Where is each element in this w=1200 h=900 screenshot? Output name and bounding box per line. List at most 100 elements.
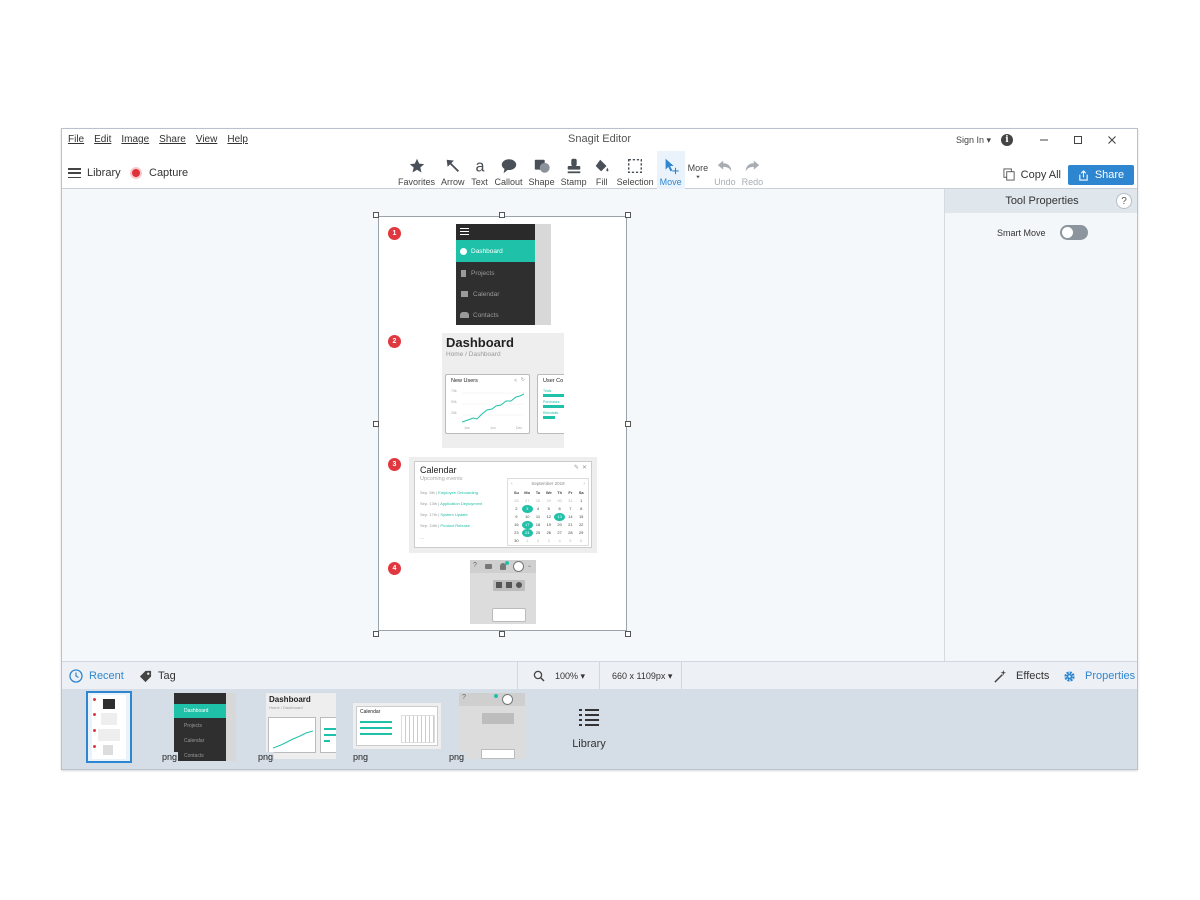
title-bar: File Edit Image Share View Help Snagit E… bbox=[62, 129, 1137, 151]
library-button[interactable]: Library bbox=[68, 167, 121, 179]
sign-in-button[interactable]: Sign In ▾ bbox=[956, 135, 991, 146]
calendar-subtitle: Upcoming events bbox=[420, 476, 463, 482]
effects-button[interactable]: Effects bbox=[993, 662, 1049, 690]
share-button[interactable]: Share bbox=[1068, 165, 1134, 185]
chart-y-tick-75k: 75k bbox=[451, 389, 457, 393]
tool-selection[interactable]: Selection bbox=[614, 151, 657, 189]
copy-all-label: Copy All bbox=[1020, 168, 1061, 181]
recent-button[interactable]: Recent bbox=[69, 662, 124, 690]
resize-handle-s[interactable] bbox=[499, 631, 505, 637]
tool-undo[interactable]: Undo bbox=[711, 151, 739, 189]
tray-library-button[interactable]: Library bbox=[571, 707, 607, 750]
dashboard-capture: Dashboard Home / Dashboard New Users < ↻… bbox=[442, 333, 564, 448]
tool-text[interactable]: a Text bbox=[468, 151, 492, 189]
resize-handle-ne[interactable] bbox=[625, 212, 631, 218]
menu-help[interactable]: Help bbox=[227, 134, 248, 145]
resize-handle-nw[interactable] bbox=[373, 212, 379, 218]
tool-stamp[interactable]: Stamp bbox=[558, 151, 590, 189]
calendar-day: 14 bbox=[568, 514, 573, 519]
status-separator bbox=[681, 662, 682, 690]
capture-card bbox=[492, 608, 526, 622]
thumb-dropdown bbox=[482, 713, 514, 724]
thumb-event-line bbox=[360, 727, 392, 729]
resize-handle-w[interactable] bbox=[373, 421, 379, 427]
capture-label: Capture bbox=[149, 167, 189, 179]
menu-image[interactable]: Image bbox=[121, 134, 149, 145]
tool-selection-label: Selection bbox=[616, 177, 654, 187]
status-separator bbox=[599, 662, 600, 690]
tool-move[interactable]: Move bbox=[656, 151, 685, 189]
maximize-button[interactable] bbox=[1061, 131, 1095, 149]
calendar-weekday: We bbox=[545, 490, 552, 495]
menu-edit[interactable]: Edit bbox=[94, 134, 111, 145]
thumb-help-icon: ? bbox=[462, 694, 466, 701]
clock-icon bbox=[69, 669, 83, 683]
thumb-sidebar-contacts: Contacts bbox=[184, 753, 204, 759]
sidebar-gray-strip bbox=[535, 224, 551, 325]
tool-more[interactable]: More bbox=[685, 151, 712, 189]
calendar-weekday: Fr bbox=[568, 490, 573, 495]
canvas-image[interactable]: 1 2 3 4 Dashboard Projects Calendar Cont… bbox=[378, 216, 627, 631]
step-badge-3: 3 bbox=[388, 458, 401, 471]
info-icon[interactable]: i bbox=[1001, 134, 1013, 146]
canvas-area[interactable]: 1 2 3 4 Dashboard Projects Calendar Cont… bbox=[62, 189, 944, 661]
tool-shape-label: Shape bbox=[528, 177, 555, 187]
calendar-weekday: Mo bbox=[524, 490, 531, 495]
tool-fill[interactable]: Fill bbox=[590, 151, 614, 189]
calendar-day: 31 bbox=[568, 498, 573, 503]
tool-shape[interactable]: Shape bbox=[526, 151, 558, 189]
capture-dropdown bbox=[493, 580, 525, 591]
calendar-day: 10 bbox=[524, 514, 530, 519]
tool-favorites[interactable]: Favorites bbox=[395, 151, 438, 189]
tool-redo[interactable]: Redo bbox=[739, 151, 767, 189]
user-row-trials-label: Trials bbox=[543, 389, 552, 393]
thumb-sidebar-active: Dashboard bbox=[174, 704, 226, 718]
help-button[interactable]: ? bbox=[1116, 193, 1132, 209]
hamburger-icon bbox=[460, 228, 469, 235]
filter-icon bbox=[506, 582, 512, 588]
resize-handle-sw[interactable] bbox=[373, 631, 379, 637]
tool-move-label: Move bbox=[659, 177, 682, 187]
tray-item-2[interactable]: Dashboard Projects Calendar Contacts png bbox=[161, 693, 236, 762]
stamp-icon bbox=[567, 158, 580, 174]
zoom-control[interactable]: 100% ▾ bbox=[533, 662, 585, 690]
resize-handle-e[interactable] bbox=[625, 421, 631, 427]
dashboard-icon bbox=[460, 247, 467, 255]
calendar-week-row: 234 5 6 7 8 bbox=[511, 505, 587, 513]
tray-item-5[interactable]: ? png bbox=[448, 693, 529, 762]
calendar-day: 27 bbox=[557, 530, 562, 535]
tray-thumb-5-image: ? bbox=[459, 693, 525, 759]
user-row-purchases-bar bbox=[543, 405, 564, 408]
image-size-control[interactable]: 660 x 1109px ▾ bbox=[612, 662, 672, 690]
tray-item-1[interactable] bbox=[86, 691, 132, 763]
calendar-week-row: 23 24 25 26 27 28 29 bbox=[511, 529, 587, 537]
event-name: Product Release bbox=[440, 523, 470, 528]
menu-file[interactable]: File bbox=[68, 134, 84, 145]
menu-view[interactable]: View bbox=[196, 134, 218, 145]
tool-callout[interactable]: Callout bbox=[492, 151, 526, 189]
calendar-weekday: Sa bbox=[578, 490, 584, 495]
tool-strip: Favorites Arrow a Text Callout Shape Sta… bbox=[395, 151, 766, 189]
tray-item-4[interactable]: Calendar png bbox=[352, 703, 443, 762]
event-item: Sep. 13th | Application Deployment bbox=[420, 501, 510, 512]
main-toolbar: Library Capture Favorites Arrow a Text C… bbox=[62, 151, 1137, 189]
capture-button[interactable]: Capture bbox=[130, 167, 188, 179]
copy-all-button[interactable]: Copy All bbox=[1003, 168, 1061, 181]
resize-handle-se[interactable] bbox=[625, 631, 631, 637]
calendar-day: 3 bbox=[521, 505, 533, 513]
minimize-button[interactable] bbox=[1027, 131, 1061, 149]
close-button[interactable] bbox=[1095, 131, 1129, 149]
tag-button[interactable]: Tag bbox=[139, 662, 176, 690]
sidebar-item-contacts-label: Contacts bbox=[473, 311, 499, 319]
thumb-step-dot bbox=[93, 729, 96, 732]
calendar-day: 28 bbox=[535, 498, 541, 503]
recent-captures-tray: Dashboard Projects Calendar Contacts png… bbox=[62, 689, 1137, 769]
tray-item-3[interactable]: Dashboard Home / Dashboard png bbox=[257, 693, 338, 762]
step-badge-4: 4 bbox=[388, 562, 401, 575]
properties-button[interactable]: Properties bbox=[1062, 662, 1135, 690]
resize-handle-n[interactable] bbox=[499, 212, 505, 218]
menu-share[interactable]: Share bbox=[159, 134, 186, 145]
tool-arrow[interactable]: Arrow bbox=[438, 151, 468, 189]
smart-move-toggle[interactable] bbox=[1059, 225, 1088, 240]
thumb-dashboard-title: Dashboard bbox=[269, 695, 311, 704]
